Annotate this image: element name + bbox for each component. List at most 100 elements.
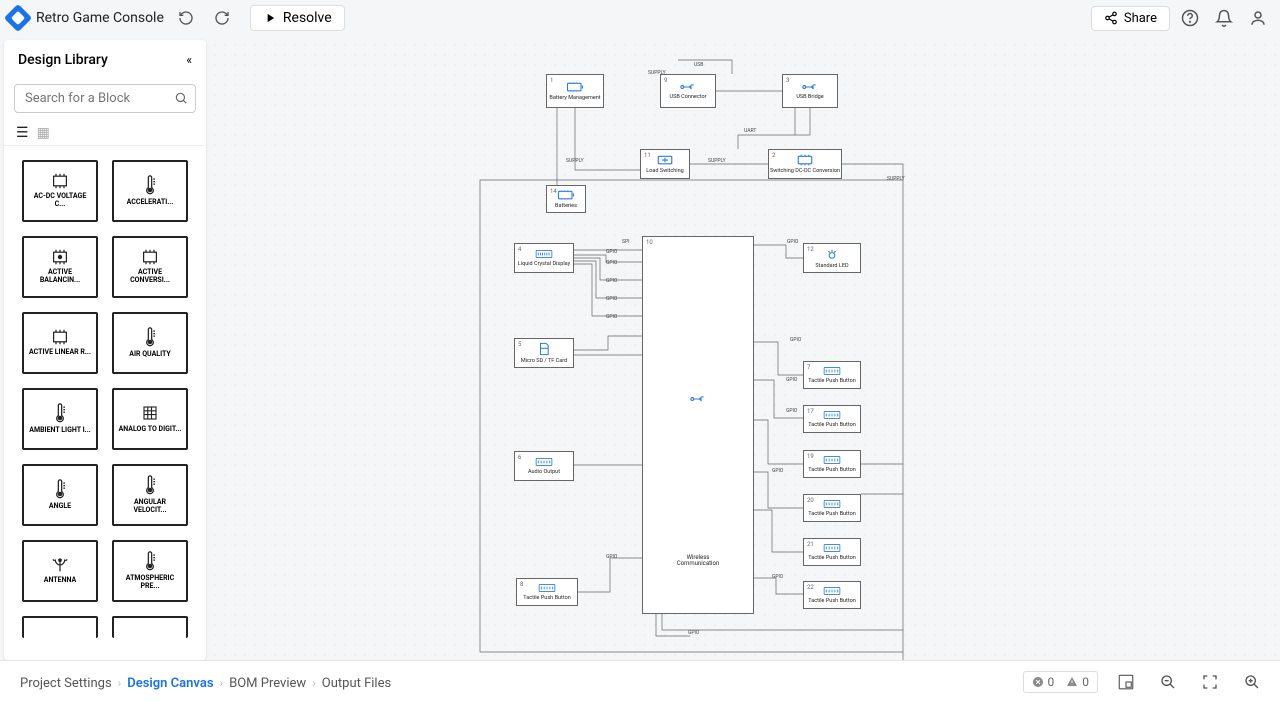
library-block[interactable]: ANGULAR VELOCIT... bbox=[112, 464, 188, 526]
fit-button[interactable] bbox=[1196, 668, 1224, 696]
map-button[interactable] bbox=[1112, 668, 1140, 696]
library-block[interactable]: ACTIVE LINEAR R... bbox=[22, 312, 98, 374]
sensor-icon bbox=[143, 175, 157, 195]
library-block[interactable]: ANGLE bbox=[22, 464, 98, 526]
zoom-in-button[interactable] bbox=[1238, 668, 1266, 696]
notifications-button[interactable] bbox=[1210, 4, 1238, 32]
antenna-icon bbox=[50, 557, 70, 573]
net-label: GPIO bbox=[786, 377, 797, 383]
btn-icon bbox=[822, 366, 842, 376]
btn-icon bbox=[822, 586, 842, 596]
search-icon bbox=[174, 91, 188, 105]
btn-icon bbox=[822, 410, 842, 420]
design-canvas[interactable]: 1Battery Management 9USB Connector 3USB Br… bbox=[210, 40, 1276, 660]
canvas-node[interactable]: 11Load Switching bbox=[640, 149, 690, 179]
canvas-node[interactable]: 20Tactile Push Button bbox=[803, 494, 861, 522]
account-button[interactable] bbox=[1244, 4, 1272, 32]
canvas-node[interactable]: 21Tactile Push Button bbox=[803, 538, 861, 566]
breadcrumb-item[interactable]: Project Settings bbox=[14, 676, 118, 691]
net-label: GPIO bbox=[606, 296, 617, 302]
chip2-icon bbox=[50, 249, 70, 265]
net-label: GPIO bbox=[772, 468, 783, 474]
library-block[interactable]: AIR QUALITY bbox=[112, 312, 188, 374]
net-label: SUPPLY bbox=[648, 70, 666, 76]
btn-icon bbox=[822, 455, 842, 465]
led-icon bbox=[825, 247, 839, 261]
sensor-icon bbox=[53, 403, 67, 423]
library-block[interactable]: ANALOG TO DIGIT... bbox=[112, 388, 188, 450]
canvas-node[interactable]: 3USB Bridge bbox=[782, 74, 838, 108]
canvas-node[interactable]: 12Standard LED bbox=[803, 243, 861, 273]
switch-icon bbox=[656, 154, 674, 166]
net-label: GPIO bbox=[787, 239, 798, 245]
help-button[interactable] bbox=[1176, 4, 1204, 32]
library-block[interactable]: AC-DC VOLTAGE C... bbox=[22, 160, 98, 222]
sensor-icon bbox=[143, 551, 157, 571]
net-label: GPIO bbox=[606, 278, 617, 284]
library-block[interactable]: ACTIVE BALANCIN... bbox=[22, 236, 98, 298]
lcd-icon bbox=[534, 249, 554, 259]
breadcrumb-item[interactable]: BOM Preview bbox=[223, 676, 312, 691]
canvas-node-main[interactable]: 10Wireless Communication bbox=[642, 236, 754, 614]
net-label: SUPPLY bbox=[708, 158, 726, 164]
chip-icon bbox=[50, 329, 70, 345]
canvas-node[interactable]: 9USB Connector bbox=[660, 74, 716, 108]
audio-icon bbox=[534, 457, 554, 467]
net-label: GPIO bbox=[688, 630, 699, 636]
net-label: SUPPLY bbox=[887, 176, 905, 182]
btn-icon bbox=[822, 543, 842, 553]
sensor-icon bbox=[143, 327, 157, 347]
error-count[interactable]: 0 0 bbox=[1023, 671, 1099, 693]
wireless-icon bbox=[689, 394, 707, 404]
canvas-node[interactable]: 7Tactile Push Button bbox=[803, 361, 861, 389]
resolve-button[interactable]: Resolve bbox=[250, 5, 345, 31]
sidebar-title: Design Library bbox=[18, 52, 108, 68]
net-label: SUPPLY bbox=[566, 158, 584, 164]
redo-button[interactable] bbox=[208, 4, 236, 32]
library-block[interactable] bbox=[112, 616, 188, 638]
canvas-node[interactable]: 4Liquid Crystal Display bbox=[514, 243, 574, 273]
breadcrumb-item[interactable]: Output Files bbox=[316, 676, 397, 691]
net-label: GPIO bbox=[606, 260, 617, 266]
list-view-toggle[interactable]: ☰ bbox=[16, 125, 29, 141]
canvas-node[interactable]: 19Tactile Push Button bbox=[803, 450, 861, 478]
undo-button[interactable] bbox=[172, 4, 200, 32]
dcdc-icon bbox=[796, 154, 814, 166]
search-input[interactable] bbox=[14, 84, 196, 113]
net-label: GPIO bbox=[606, 554, 617, 560]
battery-icon bbox=[557, 189, 575, 201]
chip-icon bbox=[140, 249, 160, 265]
grid-view-toggle[interactable]: ▦ bbox=[37, 125, 50, 141]
net-label: USB bbox=[694, 62, 703, 68]
usb-icon bbox=[679, 82, 697, 92]
sensor-icon bbox=[143, 475, 157, 495]
app-logo[interactable] bbox=[4, 4, 32, 32]
sd-icon bbox=[538, 342, 550, 356]
usb-icon bbox=[801, 82, 819, 92]
zoom-out-button[interactable] bbox=[1154, 668, 1182, 696]
library-block[interactable] bbox=[22, 616, 98, 638]
net-label: GPIO bbox=[606, 249, 617, 255]
canvas-node[interactable]: 8Tactile Push Button bbox=[516, 578, 578, 606]
project-title: Retro Game Console bbox=[36, 10, 164, 26]
canvas-node[interactable]: 1Battery Management bbox=[546, 74, 604, 108]
share-button[interactable]: Share bbox=[1091, 6, 1170, 31]
battery-icon bbox=[566, 81, 584, 93]
library-block[interactable]: ACTIVE CONVERSI... bbox=[112, 236, 188, 298]
canvas-node[interactable]: 17Tactile Push Button bbox=[803, 405, 861, 433]
library-block[interactable]: ACCELERATI... bbox=[112, 160, 188, 222]
library-block[interactable]: ATMOSPHERIC PRE... bbox=[112, 540, 188, 602]
btn-icon bbox=[822, 499, 842, 509]
canvas-node[interactable]: 22Tactile Push Button bbox=[803, 581, 861, 609]
breadcrumb-item[interactable]: Design Canvas bbox=[121, 676, 219, 691]
canvas-node[interactable]: 5Micro SD / TF Card bbox=[514, 338, 574, 368]
net-label: SPI bbox=[622, 239, 629, 245]
net-label: GPIO bbox=[772, 574, 783, 580]
canvas-node[interactable]: 6Audio Output bbox=[514, 451, 574, 481]
library-block[interactable]: ANTENNA bbox=[22, 540, 98, 602]
library-block[interactable]: AMBIENT LIGHT I... bbox=[22, 388, 98, 450]
collapse-sidebar-button[interactable]: « bbox=[186, 53, 192, 67]
canvas-node[interactable]: 2Switching DC-DC Conversion bbox=[768, 149, 842, 179]
design-library-panel: Design Library « ☰ ▦ AC-DC VOLTAGE C...A… bbox=[4, 40, 206, 660]
canvas-node[interactable]: 14Batteries bbox=[546, 185, 586, 213]
